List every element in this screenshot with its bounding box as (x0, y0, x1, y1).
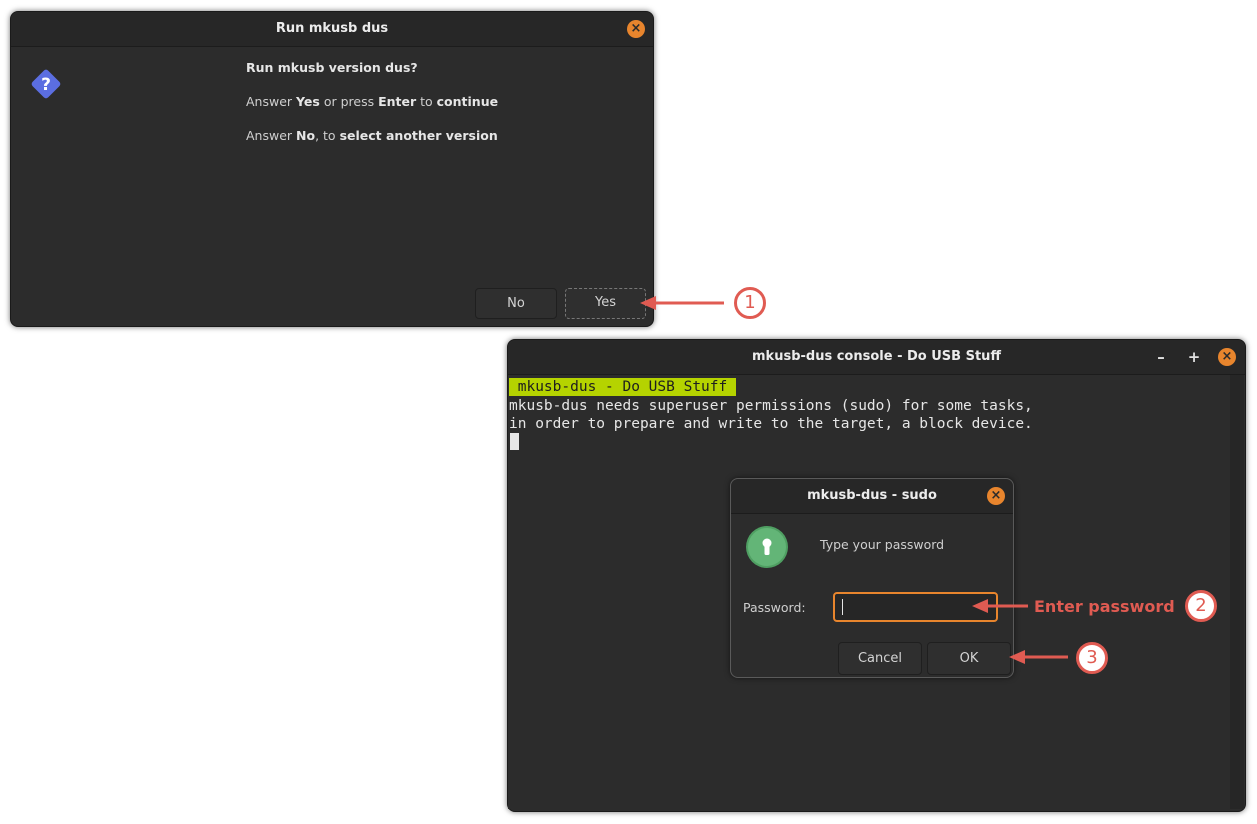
arrow-2-head (972, 599, 988, 613)
step-3-marker: 3 (1076, 642, 1108, 674)
enter-password-annotation: Enter password (1034, 597, 1175, 616)
arrow-3-head (1009, 650, 1025, 664)
annotation-arrows (640, 296, 1068, 664)
arrow-1-head (640, 296, 656, 310)
step-1-marker: 1 (734, 287, 766, 319)
step-2-marker: 2 (1185, 590, 1217, 622)
